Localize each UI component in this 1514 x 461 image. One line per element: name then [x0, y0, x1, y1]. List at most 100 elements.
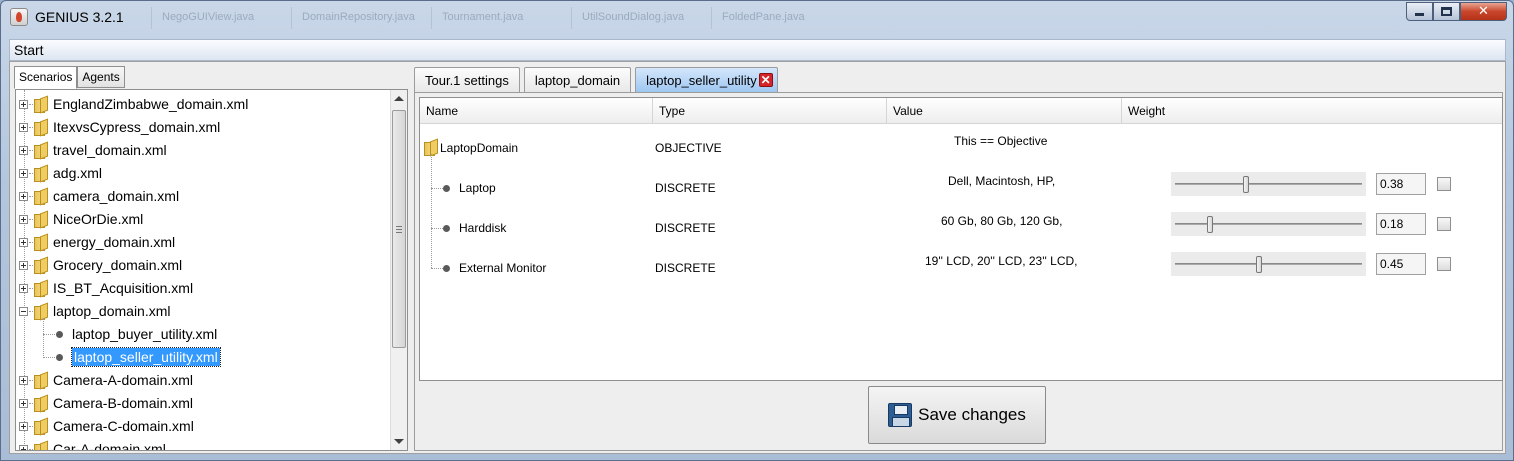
expand-icon[interactable] — [19, 100, 28, 109]
tree-item-label[interactable]: NiceOrDie.xml — [53, 211, 143, 227]
tab-tour-settings[interactable]: Tour.1 settings — [414, 67, 520, 92]
issue-type: DISCRETE — [655, 221, 716, 235]
expand-icon[interactable] — [19, 261, 28, 270]
window-title: GENIUS 3.2.1 — [35, 9, 124, 25]
tree-folder-item[interactable]: adg.xml — [16, 162, 386, 185]
leaf-bullet-icon — [443, 225, 450, 232]
tree-folder-item[interactable]: energy_domain.xml — [16, 231, 386, 254]
tree-item-label[interactable]: Grocery_domain.xml — [53, 257, 182, 273]
minimize-button[interactable] — [1406, 2, 1433, 21]
column-header-value[interactable]: Value — [887, 98, 1122, 124]
expand-icon[interactable] — [19, 146, 28, 155]
title-bar[interactable]: GENIUS 3.2.1 NegoGUIView.java DomainRepo… — [1, 1, 1513, 33]
menu-start[interactable]: Start — [14, 42, 44, 58]
collapse-icon[interactable] — [19, 307, 28, 316]
slider-track — [1175, 263, 1362, 265]
folder-icon — [34, 281, 48, 297]
expand-icon[interactable] — [19, 376, 28, 385]
expand-icon[interactable] — [19, 215, 28, 224]
tree-leaf-item[interactable]: laptop_seller_utility.xml — [16, 346, 386, 369]
scroll-thumb[interactable] — [392, 110, 406, 348]
tree-folder-item[interactable]: IS_BT_Acquisition.xml — [16, 277, 386, 300]
expand-icon[interactable] — [19, 399, 28, 408]
expand-icon[interactable] — [19, 422, 28, 431]
lock-weight-checkbox[interactable] — [1437, 257, 1451, 271]
issue-value: 19'' LCD, 20'' LCD, 23'' LCD, — [925, 254, 1078, 268]
column-header-type[interactable]: Type — [653, 98, 887, 124]
close-window-button[interactable]: ✕ — [1460, 2, 1507, 21]
column-header-weight[interactable]: Weight — [1122, 98, 1502, 124]
tree-folder-item[interactable]: Camera-A-domain.xml — [16, 369, 386, 392]
weight-field[interactable]: 0.38 — [1376, 173, 1426, 195]
tree-folder-item[interactable]: Car-A-domain.xml — [16, 438, 386, 450]
maximize-button[interactable] — [1433, 2, 1460, 21]
tree-folder-item[interactable]: travel_domain.xml — [16, 139, 386, 162]
tree-leaf-item[interactable]: laptop_buyer_utility.xml — [16, 323, 386, 346]
tree-item-label[interactable]: IS_BT_Acquisition.xml — [53, 280, 193, 296]
tree-item-label[interactable]: adg.xml — [53, 165, 102, 181]
tree-folder-item[interactable]: EnglandZimbabwe_domain.xml — [16, 93, 386, 116]
tree-folder-item[interactable]: Grocery_domain.xml — [16, 254, 386, 277]
tree-item-label[interactable]: laptop_buyer_utility.xml — [72, 326, 217, 342]
save-button-label: Save changes — [918, 405, 1026, 424]
tree-folder-item[interactable]: ItexvsCypress_domain.xml — [16, 116, 386, 139]
expand-icon[interactable] — [19, 192, 28, 201]
weight-field[interactable]: 0.45 — [1376, 253, 1426, 275]
lock-weight-checkbox[interactable] — [1437, 217, 1451, 231]
tree-item-label[interactable]: laptop_domain.xml — [53, 303, 171, 319]
expand-icon[interactable] — [19, 169, 28, 178]
tree-item-label[interactable]: laptop_seller_utility.xml — [71, 347, 221, 367]
tree-connector — [43, 318, 44, 358]
tab-scenarios[interactable]: Scenarios — [14, 66, 78, 89]
tree-folder-item[interactable]: camera_domain.xml — [16, 185, 386, 208]
issue-value: Dell, Macintosh, HP, — [948, 174, 1056, 188]
save-changes-button[interactable]: Save changes — [868, 386, 1046, 444]
tree-item-label[interactable]: Camera-A-domain.xml — [53, 372, 193, 388]
expand-icon[interactable] — [19, 445, 28, 450]
column-header-name[interactable]: Name — [420, 98, 653, 124]
folder-icon — [424, 140, 438, 156]
tab-laptop-seller-utility[interactable]: laptop_seller_utility ✕ — [635, 67, 778, 92]
expand-icon[interactable] — [19, 238, 28, 247]
lock-weight-checkbox[interactable] — [1437, 177, 1451, 191]
tree-connector — [431, 154, 432, 268]
tree-folder-item[interactable]: laptop_domain.xml — [16, 300, 386, 323]
expand-icon[interactable] — [19, 123, 28, 132]
tree-folder-item[interactable]: Camera-B-domain.xml — [16, 392, 386, 415]
window-controls: ✕ — [1406, 2, 1507, 21]
close-tab-icon[interactable]: ✕ — [758, 73, 773, 87]
tree-item-label[interactable]: Camera-B-domain.xml — [53, 395, 193, 411]
objective-name[interactable]: LaptopDomain — [440, 141, 518, 155]
slider-thumb[interactable] — [1207, 216, 1213, 233]
weight-slider[interactable] — [1171, 212, 1366, 236]
weight-field[interactable]: 0.18 — [1376, 213, 1426, 235]
tree-item-label[interactable]: Camera-C-domain.xml — [53, 418, 194, 434]
issue-name[interactable]: Harddisk — [459, 221, 506, 235]
tree-folder-item[interactable]: Camera-C-domain.xml — [16, 415, 386, 438]
save-disk-icon — [888, 403, 913, 427]
tree-folder-item[interactable]: NiceOrDie.xml — [16, 208, 386, 231]
scroll-up-icon[interactable] — [394, 96, 404, 101]
ghost-tab: Tournament.java — [431, 7, 571, 29]
tree-item-label[interactable]: camera_domain.xml — [53, 188, 179, 204]
expand-icon[interactable] — [19, 284, 28, 293]
tab-laptop-domain[interactable]: laptop_domain — [523, 67, 632, 92]
issue-name[interactable]: Laptop — [459, 181, 496, 195]
weight-slider[interactable] — [1171, 252, 1366, 276]
leaf-bullet-icon — [443, 185, 450, 192]
slider-thumb[interactable] — [1243, 176, 1249, 193]
tree-item-label[interactable]: Car-A-domain.xml — [53, 441, 166, 450]
tree-item-label[interactable]: travel_domain.xml — [53, 142, 167, 158]
scroll-down-icon[interactable] — [394, 439, 404, 444]
tree-item-label[interactable]: EnglandZimbabwe_domain.xml — [53, 96, 248, 112]
scenario-tree[interactable]: EnglandZimbabwe_domain.xml ItexvsCypress_… — [15, 89, 408, 451]
weight-slider[interactable] — [1171, 172, 1366, 196]
slider-thumb[interactable] — [1256, 256, 1262, 273]
issue-name[interactable]: External Monitor — [459, 261, 546, 275]
issue-type: DISCRETE — [655, 261, 716, 275]
tree-scrollbar[interactable] — [390, 90, 407, 450]
tree-item-label[interactable]: energy_domain.xml — [53, 234, 175, 250]
tree-item-label[interactable]: ItexvsCypress_domain.xml — [53, 119, 220, 135]
tab-agents[interactable]: Agents — [77, 66, 125, 88]
ghost-tab: DomainRepository.java — [291, 7, 431, 29]
